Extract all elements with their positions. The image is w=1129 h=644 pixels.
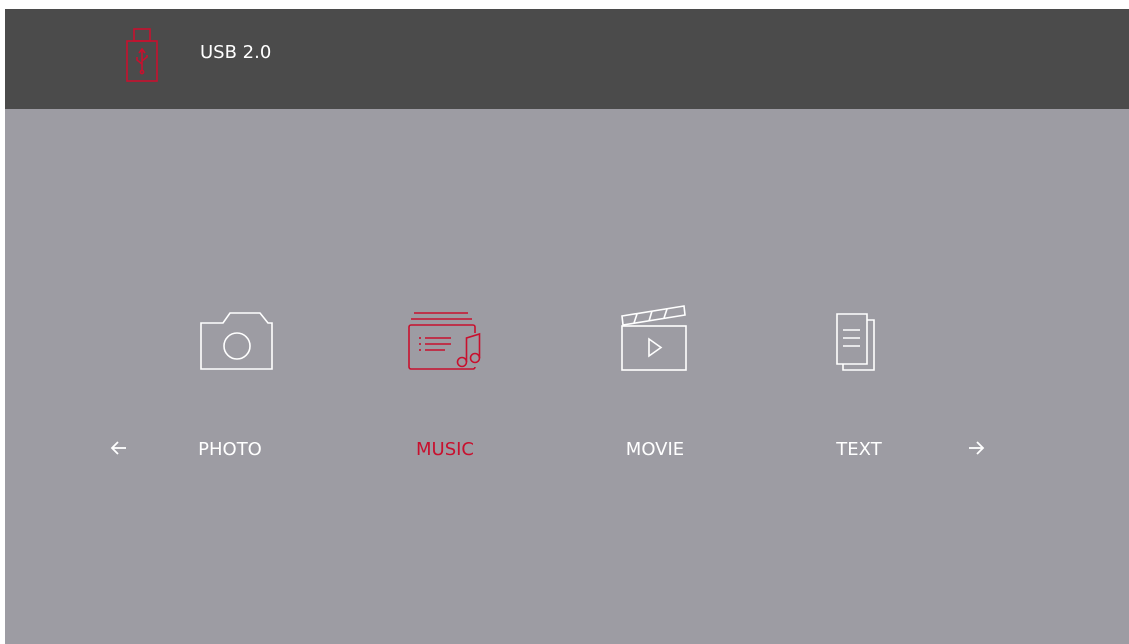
clapperboard-icon[interactable] <box>617 302 707 382</box>
arrow-right-icon[interactable] <box>965 437 987 459</box>
camera-icon[interactable] <box>197 305 287 385</box>
usb-source-label: USB 2.0 <box>200 42 272 63</box>
media-browser-screen: USB 2.0 PHOTO MUSIC MOVIE TEXT <box>5 9 1129 644</box>
music-label[interactable]: MUSIC <box>416 439 474 460</box>
document-icon[interactable] <box>833 308 923 388</box>
text-label[interactable]: TEXT <box>836 439 881 460</box>
music-folder-icon[interactable] <box>407 305 497 385</box>
movie-label[interactable]: MOVIE <box>626 439 684 460</box>
arrow-left-icon[interactable] <box>108 437 130 459</box>
photo-label[interactable]: PHOTO <box>198 439 262 460</box>
usb-drive-icon <box>126 28 158 82</box>
header-bar: USB 2.0 <box>5 9 1129 109</box>
